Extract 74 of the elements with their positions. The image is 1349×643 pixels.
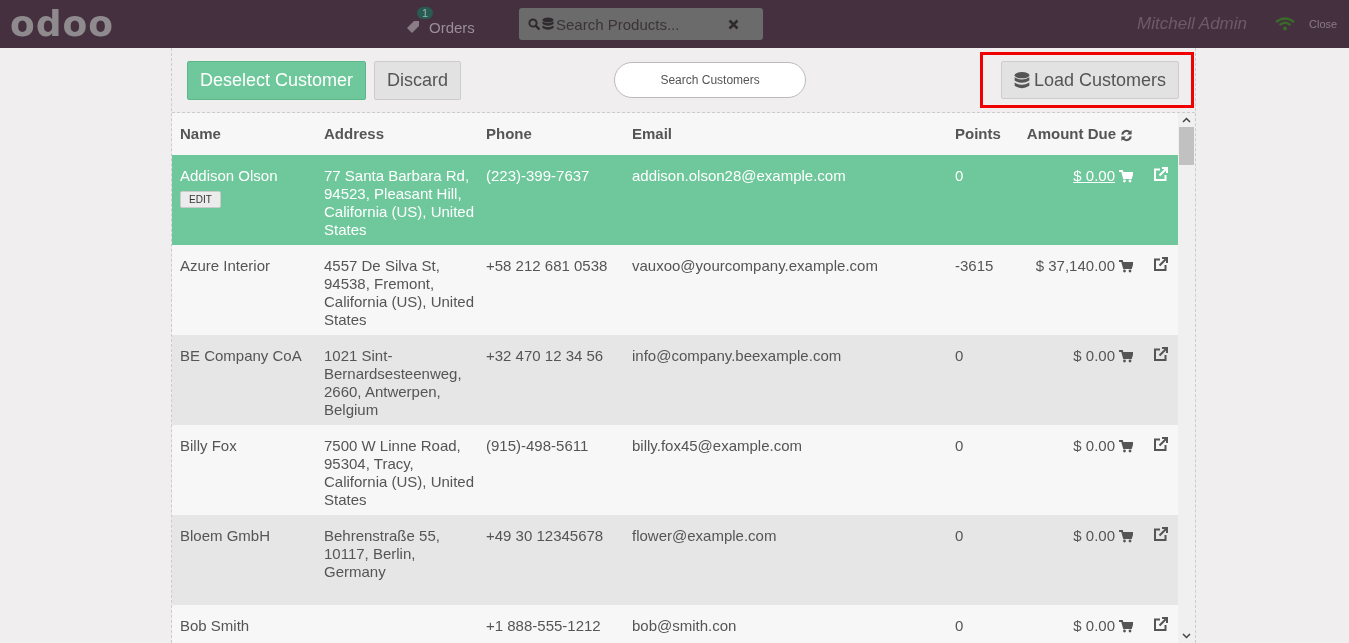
phone-text: +58 212 681 0538 — [486, 257, 608, 274]
customer-name: Bloem GmbH — [180, 527, 271, 545]
orders-button[interactable]: 1 Orders — [405, 7, 519, 41]
external-link-icon[interactable] — [1153, 257, 1168, 272]
phone-text: (915)-498-5611 — [486, 437, 589, 454]
clear-icon[interactable] — [728, 19, 739, 30]
database-icon — [1013, 70, 1030, 90]
column-header: Amount Due — [1007, 125, 1137, 143]
address-text: 1021 Sint-Bernardsesteenweg, 2660, Antwerpen, Belgium — [324, 347, 462, 418]
email-text: flower@example.com — [632, 527, 777, 544]
cart-icon[interactable] — [1119, 620, 1133, 633]
customer-row[interactable]: Bob Smith +1 888-555-1212 bob@smith.con 0 $ 0.00 — [172, 605, 1178, 643]
points-text: -3615 — [955, 257, 994, 274]
address-text: 4557 De Silva St, 94538, Fremont, California (US), United States — [324, 257, 475, 328]
external-link-icon[interactable] — [1153, 347, 1168, 362]
column-header: Phone — [485, 125, 533, 143]
ticket-icon — [405, 19, 421, 35]
customer-row[interactable]: Bloem GmbH Behrenstraße 55, 10117, Berlin, Germany +49 30 12345678 flower@example.com 0 $ 0.00 — [172, 515, 1178, 605]
customer-row[interactable]: Azure Interior 4557 De Silva St, 94538, Fremont, California (US), United States +58 212 681 0538 vauxoo@yourcompany.example.com -3615 $ 37,140.00 — [172, 245, 1178, 335]
cart-icon[interactable] — [1119, 530, 1133, 543]
cart-icon[interactable] — [1119, 260, 1133, 273]
customer-name: BE Company CoA — [180, 347, 302, 365]
address-text: 77 Santa Barbara Rd, 94523, Pleasant Hill, California (US), United States — [324, 167, 475, 238]
column-header: Email — [631, 125, 674, 143]
search-customers-field[interactable]: Search Customers — [614, 62, 807, 98]
email-text: info@company.beexample.com — [632, 347, 842, 364]
amount-due-text: $ 0.00 — [1073, 347, 1115, 365]
points-text: 0 — [955, 347, 964, 364]
scroll-down-icon[interactable] — [1182, 633, 1191, 639]
points-text: 0 — [955, 437, 964, 454]
customer-row[interactable]: Billy Fox 7500 W Linne Road, 95304, Tracy, California (US), United States (915)-498-5611 billy.fox45@example.com 0 $ 0.00 — [172, 425, 1178, 515]
phone-text: +49 30 12345678 — [486, 527, 604, 544]
cart-icon[interactable] — [1119, 440, 1133, 453]
external-link-icon[interactable] — [1153, 527, 1168, 542]
phone-text: +1 888-555-1212 — [486, 617, 601, 634]
database-icon — [542, 17, 554, 31]
product-search-field[interactable]: Search Products... — [519, 8, 763, 40]
address-text: 7500 W Linne Road, 95304, Tracy, California (US), United States — [324, 437, 475, 508]
points-text: 0 — [955, 617, 964, 634]
scrollbar-thumb[interactable] — [1179, 127, 1194, 165]
customer-row[interactable]: Addison Olson EDIT 77 Santa Barbara Rd, 94523, Pleasant Hill, California (US), United States (223)-399-7637 addison.olson28@example.com 0 $ 0.00 — [172, 155, 1178, 245]
column-header: Points — [954, 125, 1002, 143]
customer-name: Bob Smith — [180, 617, 250, 635]
customer-name: Azure Interior — [180, 257, 271, 275]
email-text: bob@smith.con — [632, 617, 737, 634]
refresh-icon[interactable] — [1120, 129, 1133, 142]
edit-button[interactable]: EDIT — [180, 191, 221, 208]
phone-text: (223)-399-7637 — [486, 167, 590, 184]
customer-row[interactable]: BE Company CoA 1021 Sint-Bernardsesteenweg, 2660, Antwerpen, Belgium +32 470 12 34 56 info@company.beexample.com 0 $ 0.00 — [172, 335, 1178, 425]
cart-icon[interactable] — [1119, 350, 1133, 363]
customer-name: Addison Olson — [180, 167, 278, 185]
column-header: Address — [323, 125, 386, 143]
logo: odoo — [10, 6, 115, 42]
points-text: 0 — [955, 527, 964, 544]
amount-due-text: $ 37,140.00 — [1035, 257, 1115, 275]
external-link-icon[interactable] — [1153, 437, 1168, 452]
order-count-badge: 1 — [417, 7, 434, 19]
wifi-icon — [1275, 17, 1295, 31]
phone-text: +32 470 12 34 56 — [486, 347, 604, 364]
search-icon — [528, 18, 541, 31]
column-header: Name — [179, 125, 222, 143]
amount-due-text: $ 0.00 — [1073, 617, 1115, 635]
points-text: 0 — [955, 167, 964, 184]
external-link-icon[interactable] — [1153, 617, 1168, 632]
email-text: billy.fox45@example.com — [632, 437, 803, 454]
email-text: addison.olson28@example.com — [632, 167, 846, 184]
customer-name: Billy Fox — [180, 437, 237, 455]
amount-due-text: $ 0.00 — [1073, 527, 1115, 545]
discard-button[interactable]: Discard — [374, 60, 462, 100]
address-text: Behrenstraße 55, 10117, Berlin, Germany — [324, 527, 440, 580]
amount-due-text: $ 0.00 — [1073, 437, 1115, 455]
load-customers-button[interactable]: Load Customers — [1000, 61, 1179, 99]
email-text: vauxoo@yourcompany.example.com — [632, 257, 878, 274]
scroll-up-icon[interactable] — [1182, 117, 1191, 123]
